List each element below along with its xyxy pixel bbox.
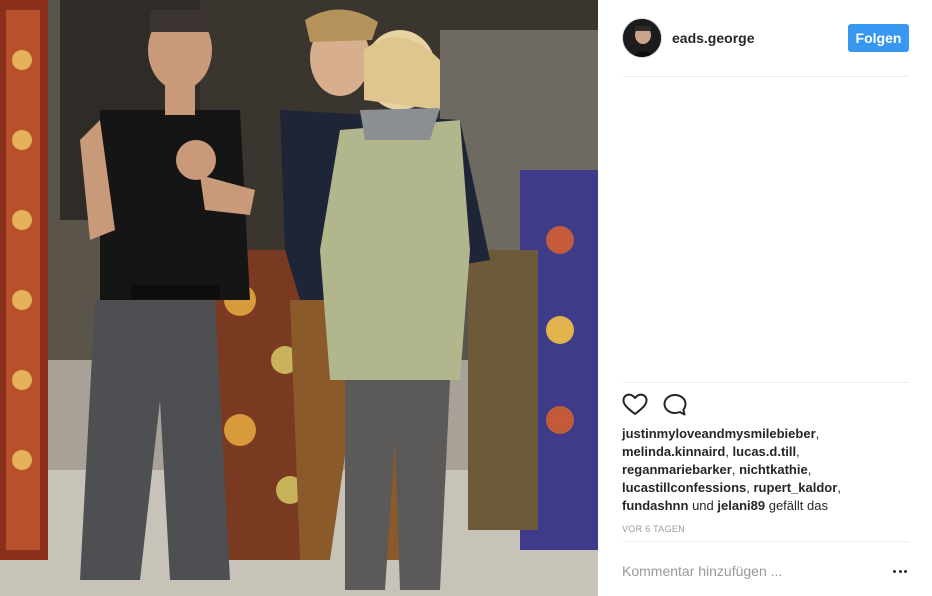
comment-bubble-icon[interactable] xyxy=(662,393,688,417)
like-user-link[interactable]: reganmariebarker xyxy=(622,462,732,477)
likes-separator: , xyxy=(815,426,820,441)
post-actions xyxy=(622,393,909,417)
like-user-link[interactable]: justinmyloveandmysmilebieber xyxy=(622,426,816,441)
username-link[interactable]: eads.george xyxy=(672,30,754,46)
likes-separator: , xyxy=(731,462,740,477)
post-photo[interactable] xyxy=(0,0,598,596)
more-dot xyxy=(893,569,896,573)
post-timestamp[interactable]: VOR 6 TAGEN xyxy=(622,524,685,534)
like-user-link[interactable]: fundashnn xyxy=(622,498,688,513)
likes-suffix: gefällt das xyxy=(768,498,828,513)
likes-conjunction: und xyxy=(692,498,714,513)
likes-separator: , xyxy=(807,462,812,477)
comment-row xyxy=(622,554,909,588)
actions-divider xyxy=(622,382,909,383)
like-user-link[interactable]: nichtkathie xyxy=(739,462,808,477)
comment-input[interactable] xyxy=(622,554,872,588)
post-header: eads.george Folgen xyxy=(622,18,909,58)
avatar-image xyxy=(623,19,661,57)
like-user-link[interactable]: jelani89 xyxy=(717,498,765,513)
post-side-panel: eads.george Folgen justinmyloveandmysmil… xyxy=(598,0,932,596)
profile-avatar[interactable] xyxy=(622,18,662,58)
more-options-icon[interactable] xyxy=(891,562,909,580)
more-dot xyxy=(898,569,902,573)
like-user-link[interactable]: rupert_kaldor xyxy=(754,480,838,495)
heart-icon[interactable] xyxy=(622,393,648,417)
likes-separator: , xyxy=(837,480,841,495)
header-divider xyxy=(622,76,909,77)
post-photo-illustration xyxy=(0,0,598,596)
like-user-link[interactable]: melinda.kinnaird xyxy=(622,444,725,459)
like-user-link[interactable]: lucastillconfessions xyxy=(622,480,746,495)
likes-separator: , xyxy=(725,444,733,459)
likes-separator: , xyxy=(796,444,800,459)
comment-divider xyxy=(622,541,909,542)
like-user-link[interactable]: lucas.d.till xyxy=(733,444,797,459)
likes-separator: , xyxy=(746,480,754,495)
likes-summary: justinmyloveandmysmilebieber, melinda.ki… xyxy=(622,425,909,515)
more-dot xyxy=(904,569,907,573)
follow-button[interactable]: Folgen xyxy=(848,24,909,52)
